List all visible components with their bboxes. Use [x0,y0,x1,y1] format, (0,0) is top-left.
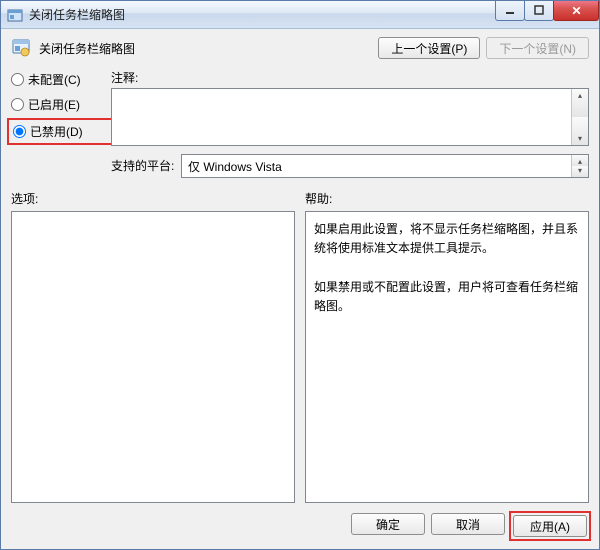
radio-enabled-label: 已启用(E) [28,96,80,113]
radio-not-configured[interactable]: 未配置(C) [11,71,111,88]
comment-textarea[interactable] [112,89,571,145]
platform-scroll: ▴ ▾ [571,155,588,177]
cancel-button[interactable]: 取消 [431,513,505,535]
footer-buttons: 确定 取消 应用(A) [11,503,589,539]
next-setting-label: 下一个设置(N) [499,40,576,57]
app-icon [7,7,23,23]
comment-scroll-up[interactable]: ▴ [572,89,588,117]
radio-disabled-highlight: 已禁用(D) [7,118,115,145]
help-paragraph-1: 如果启用此设置，将不显示任务栏缩略图，并且系统将使用标准文本提供工具提示。 [314,220,580,258]
apply-button[interactable]: 应用(A) [513,515,587,537]
help-paragraph-2: 如果禁用或不配置此设置，用户将可查看任务栏缩略图。 [314,278,580,316]
supported-platform-field: 仅 Windows Vista ▴ ▾ [181,154,589,178]
header-row: 关闭任务栏缩略图 上一个设置(P) 下一个设置(N) [11,37,589,59]
radio-disabled-label: 已禁用(D) [30,123,83,140]
options-column: 选项: [11,190,295,503]
window-title: 关闭任务栏缩略图 [29,6,496,23]
help-panel: 如果启用此设置，将不显示任务栏缩略图，并且系统将使用标准文本提供工具提示。 如果… [305,211,589,503]
policy-title: 关闭任务栏缩略图 [39,40,378,57]
close-button[interactable] [553,1,599,21]
platform-scroll-up[interactable]: ▴ [572,155,588,166]
options-label: 选项: [11,190,295,207]
policy-editor-window: 关闭任务栏缩略图 关闭任务栏缩略图 [0,0,600,550]
prev-setting-button[interactable]: 上一个设置(P) [378,37,480,59]
platform-scroll-down[interactable]: ▾ [572,166,588,177]
help-label: 帮助: [305,190,589,207]
prev-setting-label: 上一个设置(P) [391,40,467,57]
titlebar[interactable]: 关闭任务栏缩略图 [1,1,599,29]
comment-label: 注释: [111,69,589,86]
cancel-button-label: 取消 [456,516,480,533]
maximize-button[interactable] [524,1,554,21]
radio-enabled-input[interactable] [11,98,24,111]
minimize-button[interactable] [495,1,525,21]
radio-not-configured-label: 未配置(C) [28,71,81,88]
policy-icon [11,38,31,58]
ok-button[interactable]: 确定 [351,513,425,535]
apply-button-label: 应用(A) [530,518,570,535]
apply-button-highlight: 应用(A) [509,511,591,541]
comment-scroll-down[interactable]: ▾ [572,117,588,145]
comment-section: 注释: ▴ ▾ 支持的平台: 仅 Windows Vista ▴ ▾ [111,69,589,178]
config-row: 未配置(C) 已启用(E) 已禁用(D) 注释: [11,69,589,178]
radio-enabled[interactable]: 已启用(E) [11,96,111,113]
help-column: 帮助: 如果启用此设置，将不显示任务栏缩略图，并且系统将使用标准文本提供工具提示… [305,190,589,503]
radio-disabled[interactable]: 已禁用(D) [13,123,83,140]
next-setting-button: 下一个设置(N) [486,37,589,59]
options-panel [11,211,295,503]
lower-columns: 选项: 帮助: 如果启用此设置，将不显示任务栏缩略图，并且系统将使用标准文本提供… [11,190,589,503]
window-controls [496,1,599,21]
comment-scroll: ▴ ▾ [571,89,588,145]
supported-platform-text: 仅 Windows Vista [182,155,571,177]
radio-disabled-input[interactable] [13,125,26,138]
ok-button-label: 确定 [376,516,400,533]
radio-group: 未配置(C) 已启用(E) 已禁用(D) [11,69,111,142]
content-area: 关闭任务栏缩略图 上一个设置(P) 下一个设置(N) 未配置(C) 已启用(E) [1,29,599,549]
supported-label: 支持的平台: [111,157,181,174]
radio-not-configured-input[interactable] [11,73,24,86]
comment-field-wrap: ▴ ▾ [111,88,589,146]
